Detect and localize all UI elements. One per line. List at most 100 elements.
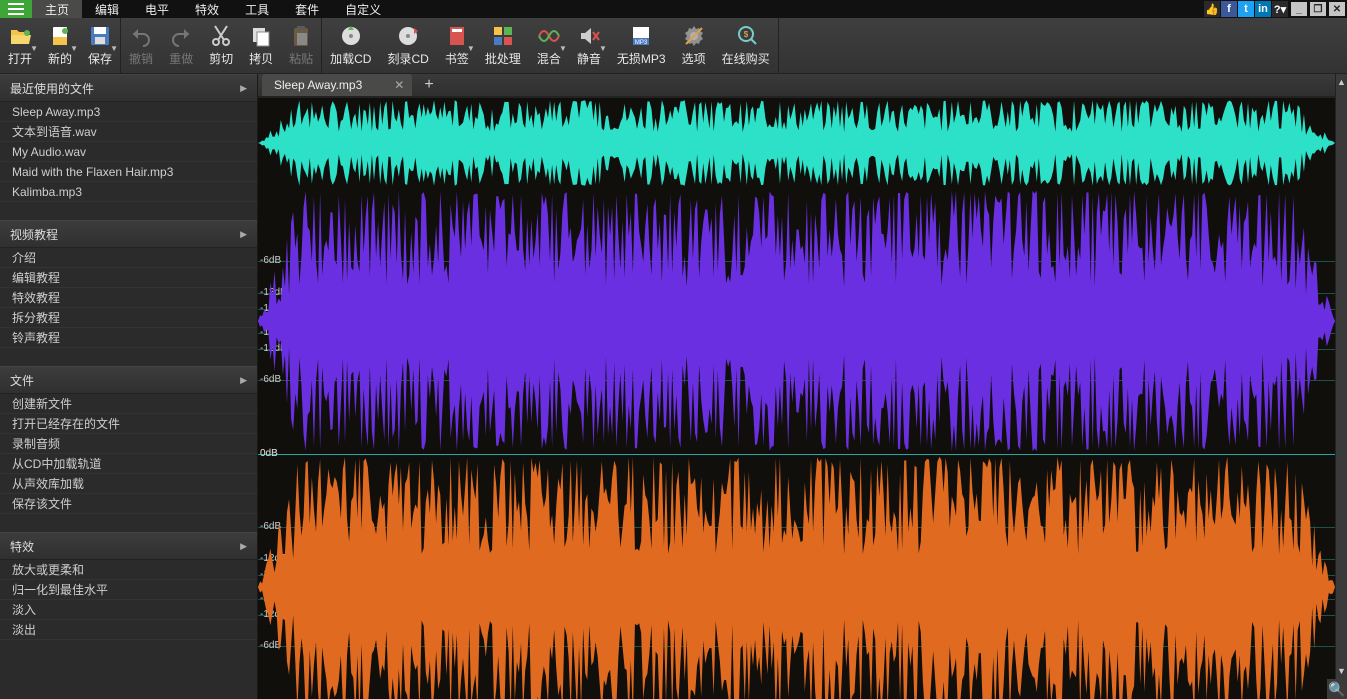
tab-close-icon[interactable]: ✕: [394, 78, 404, 92]
sidebar-section-header[interactable]: 特效▶: [0, 532, 257, 560]
sidebar-section-header[interactable]: 最近使用的文件 ▶: [0, 74, 257, 102]
toolbar-label: 剪切: [209, 50, 233, 67]
toolbar: 打开▼新的▼保存▼撤销重做剪切拷贝粘贴加载CD刻录CD书签▼批处理混合▼静音▼M…: [0, 18, 1347, 74]
sidebar-item[interactable]: 拆分教程: [0, 308, 257, 328]
menu-工具[interactable]: 工具: [232, 0, 282, 18]
sidebar-item[interactable]: 编辑教程: [0, 268, 257, 288]
sidebar-item[interactable]: 创建新文件: [0, 394, 257, 414]
sidebar-item[interactable]: 文本到语音.wav: [0, 122, 257, 142]
menu-主页[interactable]: 主页: [32, 0, 82, 18]
zoom-button[interactable]: 🔍: [1327, 679, 1347, 699]
sidebar-item[interactable]: 归一化到最佳水平: [0, 580, 257, 600]
paste-button: 粘贴: [281, 18, 321, 73]
options-button[interactable]: 选项: [674, 18, 714, 73]
menu-特效[interactable]: 特效: [182, 0, 232, 18]
linkedin-icon[interactable]: in: [1255, 1, 1271, 17]
open-button[interactable]: 打开▼: [0, 18, 40, 73]
hamburger-menu-button[interactable]: [0, 0, 32, 18]
sidebar-item[interactable]: 铃声教程: [0, 328, 257, 348]
dropdown-icon[interactable]: ▼: [110, 44, 118, 53]
toolbar-label: 粘贴: [289, 50, 313, 67]
sidebar-item[interactable]: 特效教程: [0, 288, 257, 308]
dropdown-icon[interactable]: ▼: [467, 44, 475, 53]
new-button[interactable]: 新的▼: [40, 18, 80, 73]
menu-编辑[interactable]: 编辑: [82, 0, 132, 18]
vertical-scrollbar[interactable]: ▲ ▼: [1335, 74, 1347, 679]
toolbar-label: 静音: [577, 50, 601, 67]
sidebar-section-header[interactable]: 文件 ▶: [0, 366, 257, 394]
toolbar-label: 在线购买: [722, 50, 770, 67]
chevron-right-icon: ▶: [240, 375, 247, 386]
toolbar-label: 无损MP3: [617, 50, 666, 67]
sidebar-item[interactable]: 录制音频: [0, 434, 257, 454]
copy-button[interactable]: 拷贝: [241, 18, 281, 73]
bookmark-button[interactable]: 书签▼: [437, 18, 477, 73]
toolbar-label: 保存: [88, 50, 112, 67]
section-title: 最近使用的文件: [10, 80, 94, 97]
twitter-icon[interactable]: t: [1238, 1, 1254, 17]
sidebar-item[interactable]: Kalimba.mp3: [0, 182, 257, 202]
help-icon[interactable]: ?▾: [1272, 1, 1288, 17]
loadcd-button[interactable]: 加载CD: [322, 18, 379, 73]
toolbar-label: 混合: [537, 50, 561, 67]
sidebar-item[interactable]: Sleep Away.mp3: [0, 102, 257, 122]
menubar: 主页编辑电平特效工具套件自定义 👍 f t in ?▾ _ ❐ ✕: [0, 0, 1347, 18]
mute-button[interactable]: 静音▼: [569, 18, 609, 73]
save-button[interactable]: 保存▼: [80, 18, 120, 73]
sidebar-section-header[interactable]: 视频教程▶: [0, 220, 257, 248]
svg-text:MP3: MP3: [635, 40, 648, 46]
scroll-down-icon[interactable]: ▼: [1337, 663, 1346, 679]
dropdown-icon[interactable]: ▼: [559, 44, 567, 53]
mix-button[interactable]: 混合▼: [529, 18, 569, 73]
section-title: 视频教程: [10, 226, 58, 243]
sidebar: 最近使用的文件 ▶ Sleep Away.mp3文本到语音.wavMy Audio.…: [0, 74, 258, 699]
facebook-icon[interactable]: f: [1221, 1, 1237, 17]
lossless-button[interactable]: MP3 无损MP3: [609, 18, 674, 73]
menu-自定义[interactable]: 自定义: [332, 0, 394, 18]
menu-电平[interactable]: 电平: [132, 0, 182, 18]
tab-file[interactable]: Sleep Away.mp3 ✕: [262, 74, 412, 96]
sidebar-item[interactable]: 从CD中加载轨道: [0, 454, 257, 474]
thumbs-up-icon[interactable]: 👍: [1204, 1, 1220, 17]
toolbar-label: 选项: [682, 50, 706, 67]
new-tab-button[interactable]: +: [416, 76, 441, 96]
dropdown-icon[interactable]: ▼: [30, 44, 38, 53]
cut-button[interactable]: 剪切: [201, 18, 241, 73]
toolbar-label: 撤销: [129, 50, 153, 67]
sidebar-item[interactable]: 放大或更柔和: [0, 560, 257, 580]
restore-button[interactable]: ❐: [1310, 2, 1326, 16]
sidebar-item[interactable]: 淡入: [0, 600, 257, 620]
burncd-button[interactable]: 刻录CD: [379, 18, 436, 73]
sidebar-item[interactable]: 从声效库加载: [0, 474, 257, 494]
dropdown-icon[interactable]: ▼: [599, 44, 607, 53]
section-title: 文件: [10, 372, 34, 389]
toolbar-label: 加载CD: [330, 50, 371, 67]
undo-button: 撤销: [121, 18, 161, 73]
minimize-button[interactable]: _: [1291, 2, 1307, 16]
waveform-canvas[interactable]: 0dB-6dB-6dB-12dB-12dB-18dB-18dB0dB0dB-6d…: [258, 98, 1347, 699]
sidebar-item[interactable]: Maid with the Flaxen Hair.mp3: [0, 162, 257, 182]
file-tabs: Sleep Away.mp3 ✕ +: [258, 74, 1347, 98]
editor-main: Sleep Away.mp3 ✕ + 0dB-6dB-6dB-12dB-12dB…: [258, 74, 1347, 699]
close-button[interactable]: ✕: [1329, 2, 1345, 16]
toolbar-label: 刻录CD: [387, 50, 428, 67]
buy-button[interactable]: $ 在线购买: [714, 18, 778, 73]
sidebar-item[interactable]: My Audio.wav: [0, 142, 257, 162]
toolbar-label: 新的: [48, 50, 72, 67]
toolbar-label: 打开: [8, 50, 32, 67]
sidebar-item[interactable]: 保存该文件: [0, 494, 257, 514]
scroll-up-icon[interactable]: ▲: [1337, 74, 1346, 90]
sidebar-item[interactable]: 淡出: [0, 620, 257, 640]
toolbar-label: 书签: [445, 50, 469, 67]
sidebar-item[interactable]: 介绍: [0, 248, 257, 268]
tab-label: Sleep Away.mp3: [274, 78, 362, 92]
batch-button[interactable]: 批处理: [477, 18, 529, 73]
svg-text:$: $: [743, 30, 748, 39]
toolbar-label: 批处理: [485, 50, 521, 67]
toolbar-label: 拷贝: [249, 50, 273, 67]
sidebar-item[interactable]: 打开已经存在的文件: [0, 414, 257, 434]
chevron-right-icon: ▶: [240, 83, 247, 94]
dropdown-icon[interactable]: ▼: [70, 44, 78, 53]
titlebar-right: 👍 f t in ?▾ _ ❐ ✕: [1204, 0, 1347, 18]
menu-套件[interactable]: 套件: [282, 0, 332, 18]
